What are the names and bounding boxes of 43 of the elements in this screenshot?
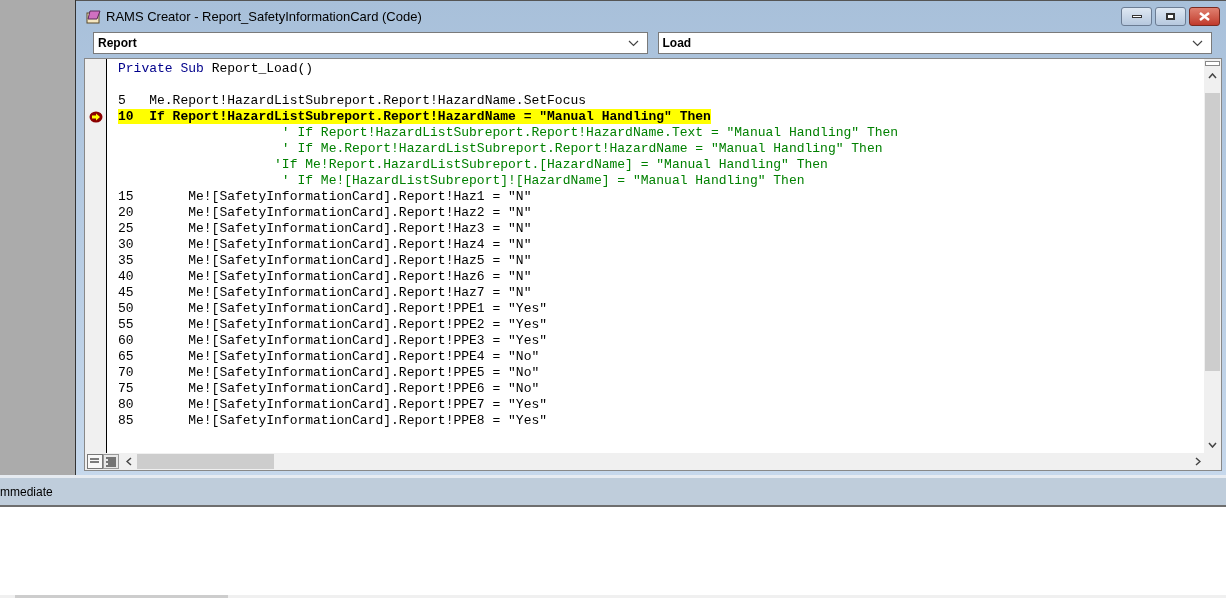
comment-line: ' If Report!HazardListSubreport.Report!HazardName.Text = "Manual Handling" Then [280,125,899,140]
object-dropdown[interactable]: Report [93,32,648,54]
immediate-title: mmediate [0,483,53,501]
procedure-view-icon[interactable] [87,454,103,469]
comment-line: 'If Me!Report.HazardListSubreport.[HazardName] = "Manual Handling" Then [273,157,828,172]
maximize-button[interactable] [1155,7,1186,26]
code-line: 40 Me![SafetyInformationCard].Report!Haz6 = "N" [118,269,532,284]
chevron-down-icon [627,39,639,47]
chevron-down-icon [1192,39,1203,47]
code-line: 70 Me![SafetyInformationCard].Report!PPE5 = "No" [118,365,540,380]
code-line: 15 Me![SafetyInformationCard].Report!Haz1 = "N" [118,189,532,204]
split-handle[interactable] [1205,61,1220,66]
scrollbar-thumb[interactable] [137,454,274,469]
code-line: 25 Me![SafetyInformationCard].Report!Haz3 = "N" [118,221,532,236]
close-button[interactable] [1189,7,1220,26]
code-line: 60 Me![SafetyInformationCard].Report!PPE3 = "Yes" [118,333,548,348]
scrollbar-thumb[interactable] [1205,93,1220,371]
comment-line: ' If Me.Report!HazardListSubreport.Report!HazardName = "Manual Handling" Then [280,141,883,156]
comment-line: ' If Me![HazardListSubreport]![HazardName] = "Manual Handling" Then [280,173,805,188]
code-line: 30 Me![SafetyInformationCard].Report!Haz4 = "N" [118,237,532,252]
scroll-right-icon[interactable] [1195,457,1201,466]
code-line: 35 Me![SafetyInformationCard].Report!Haz5 = "N" [118,253,532,268]
code-line: 50 Me![SafetyInformationCard].Report!PPE1 = "Yes" [118,301,548,316]
minimize-button[interactable] [1121,7,1152,26]
code-line: 65 Me![SafetyInformationCard].Report!PPE4 = "No" [118,349,540,364]
full-module-view-icon[interactable] [103,454,119,469]
scroll-up-icon[interactable] [1208,73,1217,79]
code-module-icon [86,9,102,24]
code-line: 45 Me![SafetyInformationCard].Report!Haz7 = "N" [118,285,532,300]
close-icon [1199,12,1210,21]
code-line: 80 Me![SafetyInformationCard].Report!PPE7 = "Yes" [118,397,548,412]
code-line: 55 Me![SafetyInformationCard].Report!PPE2 = "Yes" [118,317,548,332]
execution-arrow-icon [88,111,103,123]
code-line: 75 Me![SafetyInformationCard].Report!PPE6 = "No" [118,381,540,396]
code-line: 5 Me.Report!HazardListSubreport.Report!HazardName.SetFocus [118,93,587,108]
code-line: 20 Me![SafetyInformationCard].Report!Haz2 = "N" [118,205,532,220]
code-line: 85 Me![SafetyInformationCard].Report!PPE8 = "Yes" [118,413,548,428]
scroll-down-icon[interactable] [1208,442,1217,448]
window-title: RAMS Creator - Report_SafetyInformationCard (Code) [106,7,423,26]
code-line: Private Sub Report_Load() [118,61,314,76]
procedure-dropdown[interactable]: Load [657,32,1212,54]
vertical-scrollbar[interactable] [1204,59,1221,453]
scroll-left-icon[interactable] [126,457,132,466]
